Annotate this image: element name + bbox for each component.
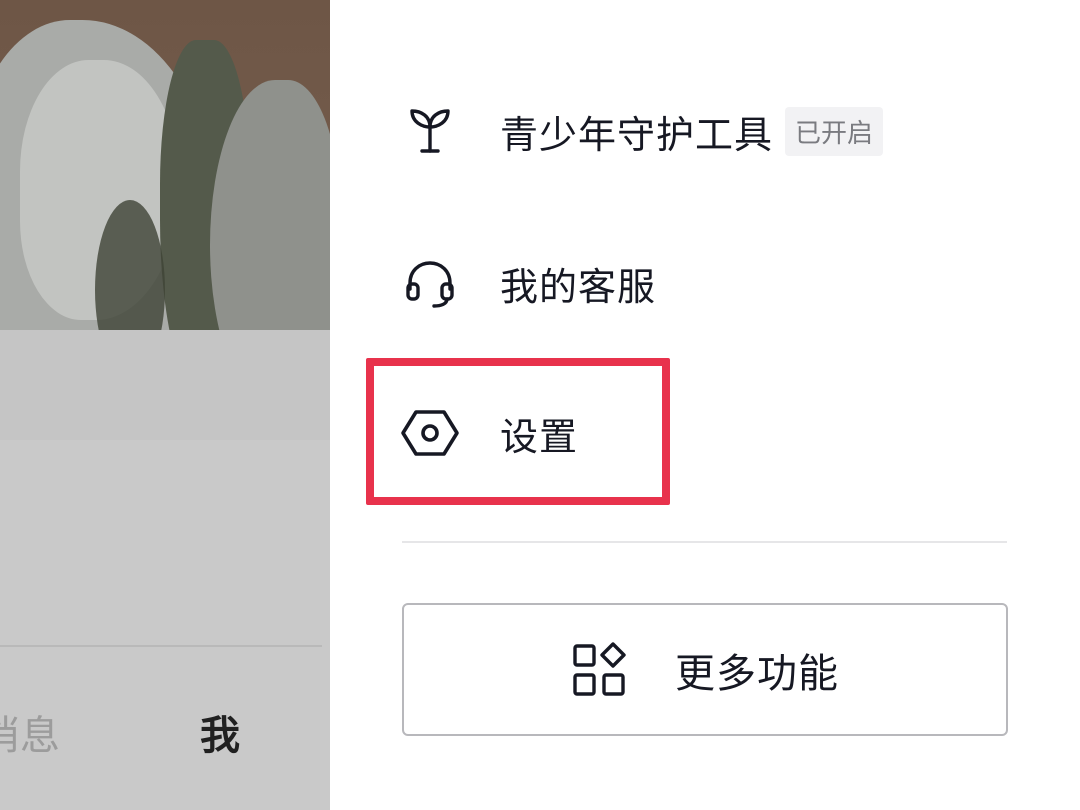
tab-messages[interactable]: 消息 <box>0 708 60 764</box>
highlight-annotation-box <box>366 358 670 505</box>
menu-item-youth-protection[interactable]: 青少年守护工具 已开启 <box>400 86 884 176</box>
grid-icon <box>571 641 627 698</box>
background-video-frame <box>0 0 330 440</box>
sprout-icon <box>400 101 460 161</box>
tab-bar-divider <box>0 645 322 647</box>
more-features-label: 更多功能 <box>675 650 839 697</box>
status-badge: 已开启 <box>785 106 884 156</box>
menu-item-customer-service[interactable]: 我的客服 <box>400 238 656 328</box>
more-features-button[interactable]: 更多功能 <box>402 603 1008 736</box>
headset-icon <box>400 253 460 313</box>
menu-item-label: 我的客服 <box>500 264 657 309</box>
side-drawer: 青少年守护工具 已开启 我的客服 设置 更多功能 <box>330 0 1080 810</box>
menu-divider <box>402 541 1007 543</box>
menu-item-label: 青少年守护工具 <box>500 112 774 157</box>
background-app: 消息 我 <box>0 0 330 810</box>
tab-me[interactable]: 我 <box>200 708 240 764</box>
